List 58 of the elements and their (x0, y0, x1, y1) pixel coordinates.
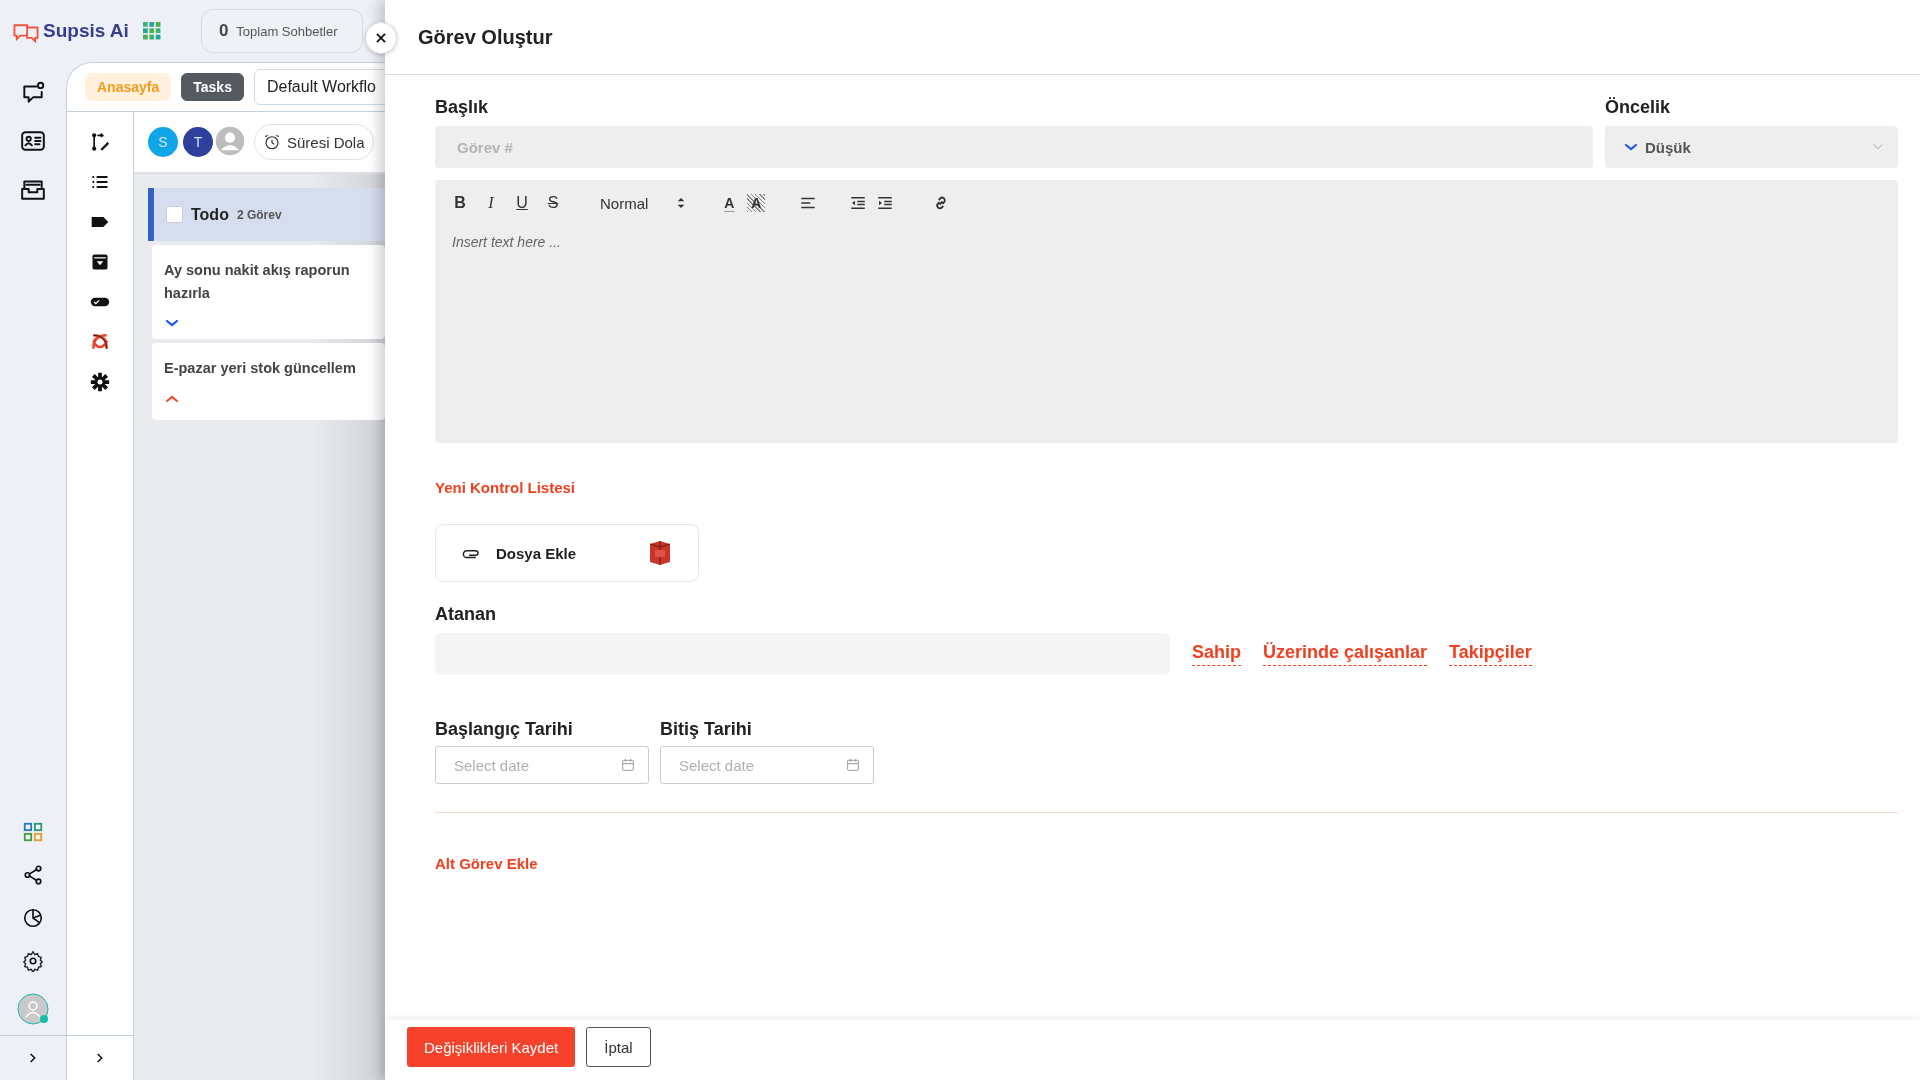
avatar[interactable]: T (181, 125, 215, 159)
app-name: Supsis Ai (43, 20, 129, 42)
settings-icon[interactable] (90, 372, 110, 392)
knot-logo-icon[interactable] (90, 332, 110, 352)
tab[interactable]: Default Workflo (253, 69, 385, 105)
archive-box-icon[interactable] (90, 252, 110, 272)
task-title: Ay sonu nakit akış raporun hazırla (164, 261, 351, 303)
tab[interactable]: Tasks (181, 73, 244, 101)
title-input[interactable]: Görev # (435, 126, 1593, 168)
priority-select[interactable]: Düşük (1605, 126, 1898, 168)
chat-icon[interactable] (20, 80, 46, 106)
apps-grid-icon[interactable] (142, 22, 161, 40)
task-count: 2 Görev (236, 207, 282, 222)
checklist-link[interactable]: Yeni Kontrol Listesi (435, 479, 576, 496)
settings-icon[interactable] (22, 950, 44, 972)
save-button[interactable]: Değişiklikleri Kaydet (407, 1027, 576, 1067)
format-button[interactable]: U (511, 192, 533, 214)
calendar-icon (845, 757, 861, 773)
task-card[interactable]: Ay sonu nakit akış raporun hazırla (152, 245, 385, 339)
close-icon (374, 31, 388, 45)
field-label: Öncelik (1605, 97, 1672, 118)
column-title: Todo (191, 205, 229, 224)
attach-file-button[interactable]: Dosya Ekle (435, 524, 699, 582)
text-editor[interactable]: B I U S Normal A A Insert text here ... (435, 180, 1898, 443)
dashboard-icon[interactable] (22, 821, 44, 843)
checkbox[interactable] (166, 206, 183, 223)
editor-placeholder: Insert text here ... (451, 233, 562, 252)
task-card[interactable]: E-pazar yeri stok güncellem (152, 343, 385, 420)
up-down-caret-icon (676, 196, 687, 210)
share-icon[interactable] (22, 864, 44, 886)
format-button[interactable]: S (542, 192, 564, 214)
alarm-clock-icon (263, 133, 281, 151)
date-input[interactable]: Select date (435, 746, 649, 784)
role-link[interactable]: Takipçiler (1449, 642, 1532, 666)
pie-chart-icon[interactable] (22, 907, 44, 929)
field-label: Atanan (435, 604, 497, 625)
outdent-icon[interactable] (849, 194, 868, 212)
text-color-button[interactable]: A (720, 194, 739, 212)
filter-button[interactable]: Süresi Dola (254, 124, 374, 160)
add-subtask-link[interactable]: Alt Görev Ekle (435, 855, 538, 872)
role-link[interactable]: Üzerinde çalışanlar (1263, 642, 1428, 666)
format-button[interactable]: B (449, 192, 471, 214)
calendar-icon (620, 757, 636, 773)
field-label: Başlık (435, 97, 490, 118)
highlight-button[interactable]: A (747, 194, 766, 212)
contact-card-icon[interactable] (20, 128, 46, 154)
chat-counter[interactable]: 0 Toplam Sohbetler (200, 9, 363, 53)
branch-edit-icon[interactable] (90, 132, 110, 152)
date-input[interactable]: Select date (660, 746, 874, 784)
field-label: Bitiş Tarihi (660, 719, 753, 740)
role-link[interactable]: Sahip (1192, 642, 1241, 666)
indent-icon[interactable] (876, 194, 895, 212)
drawer-title: Görev Oluştur (418, 25, 553, 49)
format-button[interactable]: I (480, 192, 502, 214)
task-title: E-pazar yeri stok güncellem (164, 359, 357, 378)
field-label: Başlangıç Tarihi (435, 719, 574, 740)
style-select[interactable]: Normal (600, 194, 687, 212)
cancel-button[interactable]: İptal (586, 1027, 651, 1067)
